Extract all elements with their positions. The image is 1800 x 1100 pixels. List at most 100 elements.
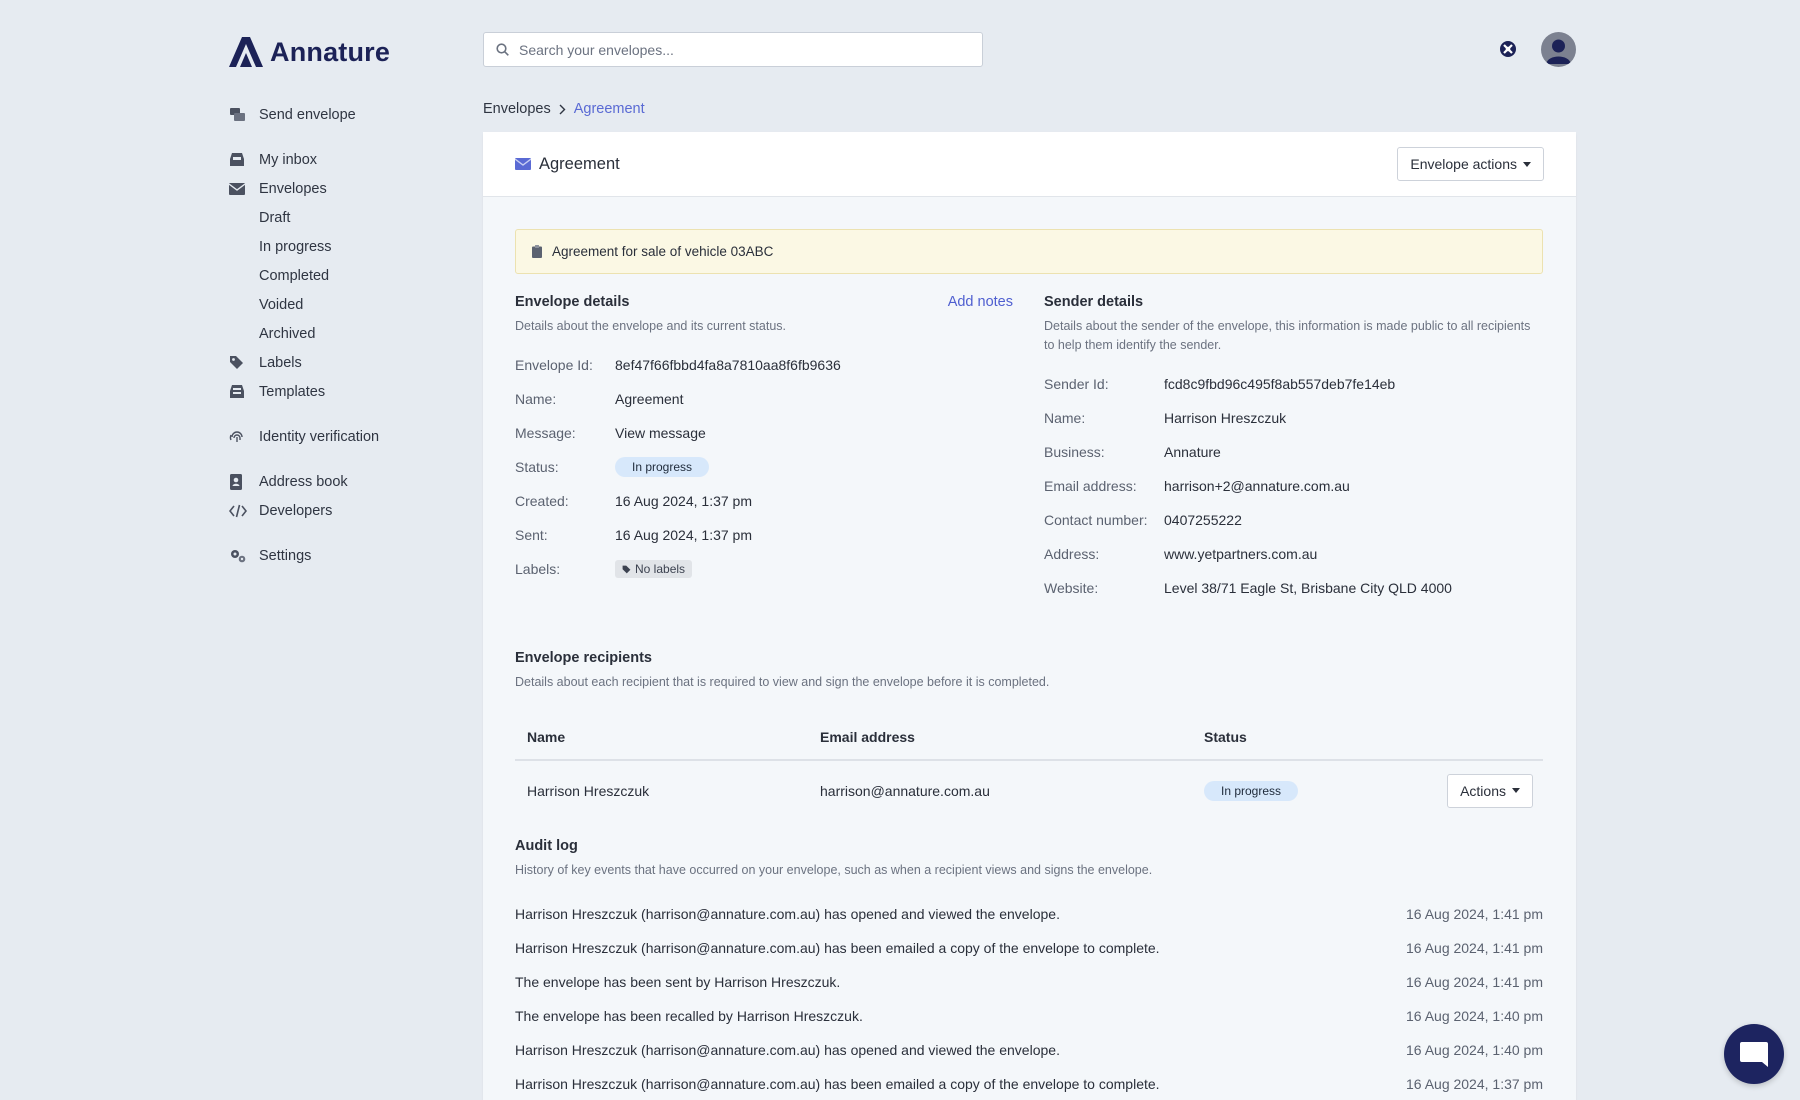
sender-row-address: Address: www.yetpartners.com.au <box>1044 537 1544 571</box>
sidebar-item-label: Completed <box>259 267 330 284</box>
audit-log-title: Audit log <box>515 838 578 854</box>
sidebar-item-send-envelope[interactable]: Send envelope <box>229 100 459 129</box>
sidebar-item-label: Archived <box>259 325 316 342</box>
column-header-email: Email address <box>808 714 1192 761</box>
sender-details-title: Sender details <box>1044 294 1144 310</box>
envelope-card: Agreement Envelope actions Agreement for… <box>483 132 1576 1100</box>
audit-event-time: 16 Aug 2024, 1:41 pm <box>1406 906 1543 922</box>
sender-row-id: Sender Id: fcd8c9fbd96c495f8ab557deb7fe14… <box>1044 367 1544 401</box>
user-avatar[interactable] <box>1541 32 1576 67</box>
list-item: Harrison Hreszczuk (harrison@annature.co… <box>515 931 1543 965</box>
sidebar-item-label: Labels <box>259 354 302 371</box>
field-label: Sender Id: <box>1044 376 1109 392</box>
sidebar-item-templates[interactable]: Templates <box>229 377 459 406</box>
page-title: Agreement <box>539 154 620 173</box>
breadcrumb: Envelopes Agreement <box>483 101 645 117</box>
sidebar-item-voided[interactable]: Voided <box>229 290 459 319</box>
envelope-details-title: Envelope details <box>515 294 630 310</box>
column-header-status: Status <box>1192 714 1366 761</box>
recipients-table: Name Email address Status Harrison Hresz… <box>515 714 1543 820</box>
sidebar-item-label: Settings <box>259 547 312 564</box>
send-envelope-icon <box>229 107 259 122</box>
breadcrumb-current: Agreement <box>573 101 645 117</box>
sender-details-description: Details about the sender of the envelope… <box>1044 319 1531 352</box>
envelope-header: Agreement Envelope actions <box>483 132 1576 197</box>
sender-row-contact: Contact number: 0407255222 <box>1044 503 1544 537</box>
table-row: Harrison Hreszczuk harrison@annature.com… <box>515 760 1543 820</box>
chat-launcher-button[interactable] <box>1724 1024 1784 1084</box>
notice-text: Agreement for sale of vehicle 03ABC <box>552 244 774 259</box>
envelope-actions-button[interactable]: Envelope actions <box>1397 147 1544 181</box>
detail-row-status: Status: In progress <box>515 450 1013 484</box>
sidebar-item-in-progress[interactable]: In progress <box>229 232 459 261</box>
sidebar-item-draft[interactable]: Draft <box>229 203 459 232</box>
field-value: www.yetpartners.com.au <box>1164 546 1318 562</box>
sidebar-item-settings[interactable]: Settings <box>229 541 459 570</box>
chevron-right-icon <box>559 104 566 114</box>
actions-label: Actions <box>1460 782 1506 799</box>
user-icon <box>1546 39 1571 64</box>
envelope-details-description: Details about the envelope and its curre… <box>515 319 786 333</box>
envelope-recipients: Envelope recipients Details about each r… <box>515 650 1543 820</box>
sidebar-item-envelopes[interactable]: Envelopes <box>229 174 459 203</box>
sender-row-email: Email address: harrison+2@annature.com.au <box>1044 469 1544 503</box>
caret-down-icon <box>1512 788 1520 793</box>
add-notes-link[interactable]: Add notes <box>948 294 1013 310</box>
search-box[interactable] <box>483 32 983 67</box>
search-icon <box>496 43 509 56</box>
sidebar-item-label: Voided <box>259 296 304 313</box>
audit-event-time: 16 Aug 2024, 1:41 pm <box>1406 974 1543 990</box>
field-value: harrison+2@annature.com.au <box>1164 478 1350 494</box>
field-value: 0407255222 <box>1164 512 1242 528</box>
sidebar-item-address-book[interactable]: Address book <box>229 467 459 496</box>
sidebar-item-my-inbox[interactable]: My inbox <box>229 145 459 174</box>
inbox-icon <box>229 152 259 167</box>
tag-icon <box>229 355 259 370</box>
column-header-name: Name <box>515 714 808 761</box>
field-label: Message: <box>515 425 576 441</box>
recipient-actions-button[interactable]: Actions <box>1447 773 1533 808</box>
field-label: Name: <box>1044 410 1086 426</box>
list-item: The envelope has been recalled by Harris… <box>515 999 1543 1033</box>
column-header-actions <box>1365 714 1543 761</box>
tag-icon <box>622 565 631 573</box>
annature-logo[interactable]: Annature <box>229 36 390 68</box>
table-header-row: Name Email address Status <box>515 714 1543 761</box>
audit-list: Harrison Hreszczuk (harrison@annature.co… <box>515 897 1543 1100</box>
sender-row-name: Name: Harrison Hreszczuk <box>1044 401 1544 435</box>
list-item: Harrison Hreszczuk (harrison@annature.co… <box>515 1067 1543 1100</box>
sender-row-business: Business: Annature <box>1044 435 1544 469</box>
sidebar-item-label: Templates <box>259 383 326 400</box>
view-message-link[interactable]: View message <box>615 425 706 441</box>
envelope-icon <box>515 158 531 170</box>
envelope-name-value: Agreement <box>615 391 684 407</box>
field-label: Website: <box>1044 580 1099 596</box>
created-value: 16 Aug 2024, 1:37 pm <box>615 493 752 509</box>
audit-event-text: The envelope has been recalled by Harris… <box>515 1008 863 1024</box>
field-value: fcd8c9fbd96c495f8ab557deb7fe14eb <box>1164 376 1396 392</box>
search-input[interactable] <box>519 41 982 58</box>
field-label: Sent: <box>515 527 548 543</box>
sidebar-item-identity-verification[interactable]: Identity verification <box>229 422 459 451</box>
status-badge: In progress <box>615 457 710 477</box>
recipients-title: Envelope recipients <box>515 650 652 666</box>
address-book-icon <box>229 473 259 490</box>
sidebar-item-label: Draft <box>259 209 291 226</box>
detail-row-sent: Sent: 16 Aug 2024, 1:37 pm <box>515 518 1013 552</box>
audit-event-time: 16 Aug 2024, 1:41 pm <box>1406 940 1543 956</box>
field-label: Envelope Id: <box>515 357 593 373</box>
audit-event-time: 16 Aug 2024, 1:40 pm <box>1406 1008 1543 1024</box>
list-item: The envelope has been sent by Harrison H… <box>515 965 1543 999</box>
chat-icon <box>1740 1042 1768 1067</box>
sidebar-item-label: In progress <box>259 238 332 255</box>
caret-down-icon <box>1523 161 1531 167</box>
labels-chip[interactable]: No labels <box>615 560 693 578</box>
breadcrumb-envelopes[interactable]: Envelopes <box>483 101 551 117</box>
sidebar-item-labels[interactable]: Labels <box>229 348 459 377</box>
sidebar-item-archived[interactable]: Archived <box>229 319 459 348</box>
envelope-details: Envelope details Add notes Details about… <box>515 294 1013 586</box>
envelope-id-value: 8ef47f66fbbd4fa8a7810aa8f6fb9636 <box>615 357 841 373</box>
sidebar-item-completed[interactable]: Completed <box>229 261 459 290</box>
sidebar-item-developers[interactable]: Developers <box>229 496 459 525</box>
close-circle-icon[interactable] <box>1499 40 1517 58</box>
